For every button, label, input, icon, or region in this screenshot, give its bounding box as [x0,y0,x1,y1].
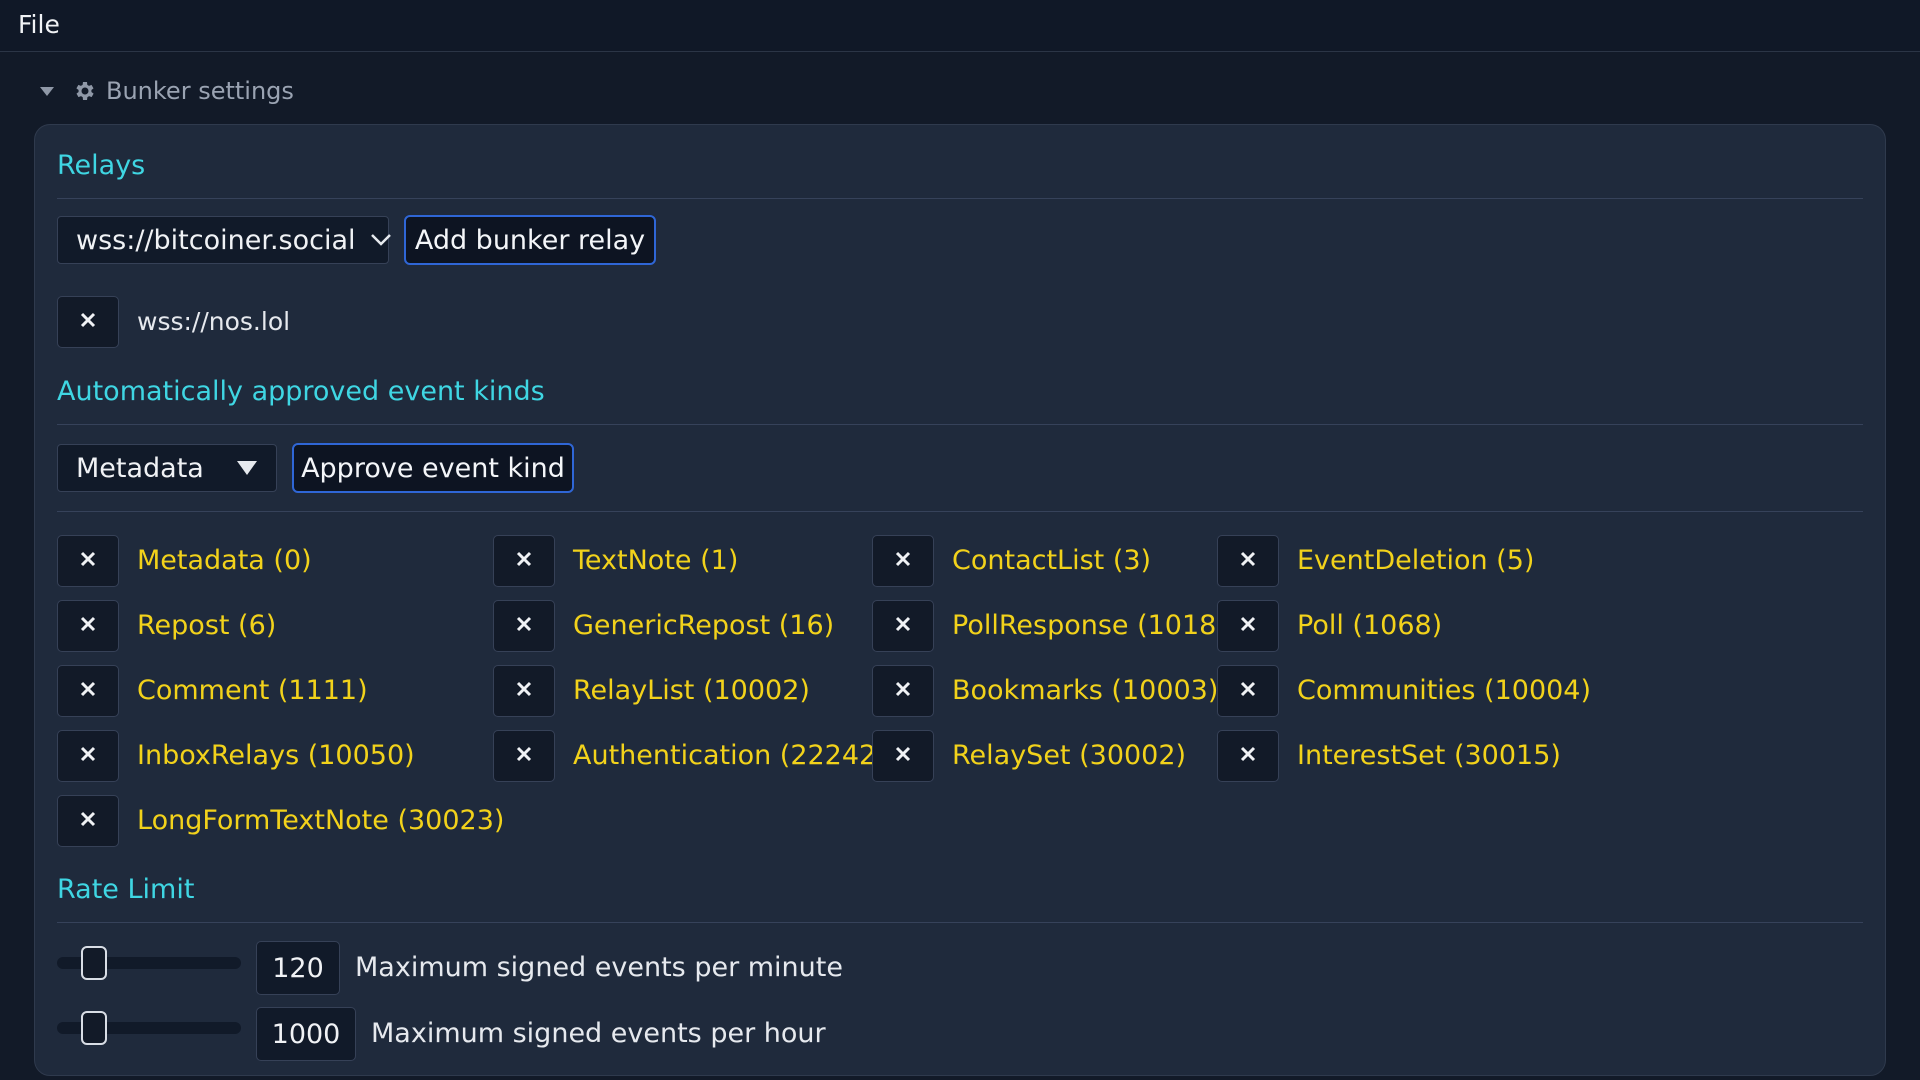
relays-heading: Relays [57,150,146,181]
dropdown-triangle-icon [236,460,258,476]
add-bunker-relay-button[interactable]: Add bunker relay [404,215,656,265]
bunker-settings-panel [34,124,1886,1076]
remove-kind-button[interactable] [57,600,119,652]
relay-select-value: wss://bitcoiner.social [76,224,356,256]
remove-kind-button[interactable] [872,665,934,717]
per-hour-label: Maximum signed events per hour [371,1018,826,1049]
gear-icon [72,79,96,103]
remove-kind-button[interactable] [1217,730,1279,782]
close-icon [895,616,911,636]
relay-list-item: wss://nos.lol [137,307,291,336]
chevron-down-icon [370,233,392,247]
close-icon [80,681,96,701]
close-icon [895,551,911,571]
approve-event-kind-button[interactable]: Approve event kind [292,443,574,493]
divider [57,511,1863,512]
close-icon [516,551,532,571]
per-minute-label: Maximum signed events per minute [355,952,843,983]
close-icon [1240,551,1256,571]
collapse-caret-icon [40,86,54,96]
close-icon [895,746,911,766]
per-hour-slider-thumb[interactable] [80,1011,107,1045]
divider [57,922,1863,923]
per-minute-slider-thumb[interactable] [80,946,107,980]
remove-kind-button[interactable] [872,600,934,652]
approved-kind: RelaySet (30002) [952,740,1187,771]
approved-kind: RelayList (10002) [573,675,810,706]
remove-kind-button[interactable] [57,795,119,847]
close-icon [80,746,96,766]
approved-kind: Communities (10004) [1297,675,1592,706]
remove-kind-button[interactable] [493,665,555,717]
remove-kind-button[interactable] [493,535,555,587]
remove-kind-button[interactable] [872,730,934,782]
close-icon [80,312,96,332]
remove-kind-button[interactable] [57,730,119,782]
remove-relay-button[interactable] [57,296,119,348]
event-kind-select[interactable]: Metadata [57,444,277,492]
bunker-settings-header[interactable]: Bunker settings [40,76,294,106]
close-icon [1240,616,1256,636]
close-icon [1240,681,1256,701]
approved-kind: Authentication (22242) [573,740,887,771]
event-kinds-heading: Automatically approved event kinds [57,376,545,407]
approved-kind: GenericRepost (16) [573,610,835,641]
divider [57,424,1863,425]
close-icon [516,681,532,701]
close-icon [516,746,532,766]
approved-kind: Repost (6) [137,610,277,641]
approved-kind: ContactList (3) [952,545,1152,576]
divider [57,198,1863,199]
remove-kind-button[interactable] [1217,665,1279,717]
close-icon [80,811,96,831]
approved-kind: EventDeletion (5) [1297,545,1535,576]
approved-kind: PollResponse (1018) [952,610,1227,641]
approved-kind: Bookmarks (10003) [952,675,1219,706]
close-icon [516,616,532,636]
relay-select[interactable]: wss://bitcoiner.social [57,216,392,264]
menu-bar: File [0,0,1920,52]
remove-kind-button[interactable] [1217,600,1279,652]
remove-kind-button[interactable] [57,535,119,587]
remove-kind-button[interactable] [493,730,555,782]
remove-kind-button[interactable] [493,600,555,652]
remove-kind-button[interactable] [1217,535,1279,587]
per-minute-input[interactable]: 120 [256,941,340,995]
close-icon [80,616,96,636]
approved-kind: InterestSet (30015) [1297,740,1561,771]
approved-kind: InboxRelays (10050) [137,740,415,771]
approved-kind: TextNote (1) [573,545,739,576]
close-icon [80,551,96,571]
menu-file[interactable]: File [18,10,60,39]
approved-kind: LongFormTextNote (30023) [137,805,505,836]
rate-limit-heading: Rate Limit [57,874,195,905]
remove-kind-button[interactable] [57,665,119,717]
approved-kind: Comment (1111) [137,675,368,706]
close-icon [895,681,911,701]
remove-kind-button[interactable] [872,535,934,587]
approved-kind: Poll (1068) [1297,610,1443,641]
close-icon [1240,746,1256,766]
bunker-settings-title: Bunker settings [106,77,294,105]
per-hour-input[interactable]: 1000 [256,1007,356,1061]
event-kind-select-value: Metadata [76,452,204,484]
approved-kind: Metadata (0) [137,545,312,576]
